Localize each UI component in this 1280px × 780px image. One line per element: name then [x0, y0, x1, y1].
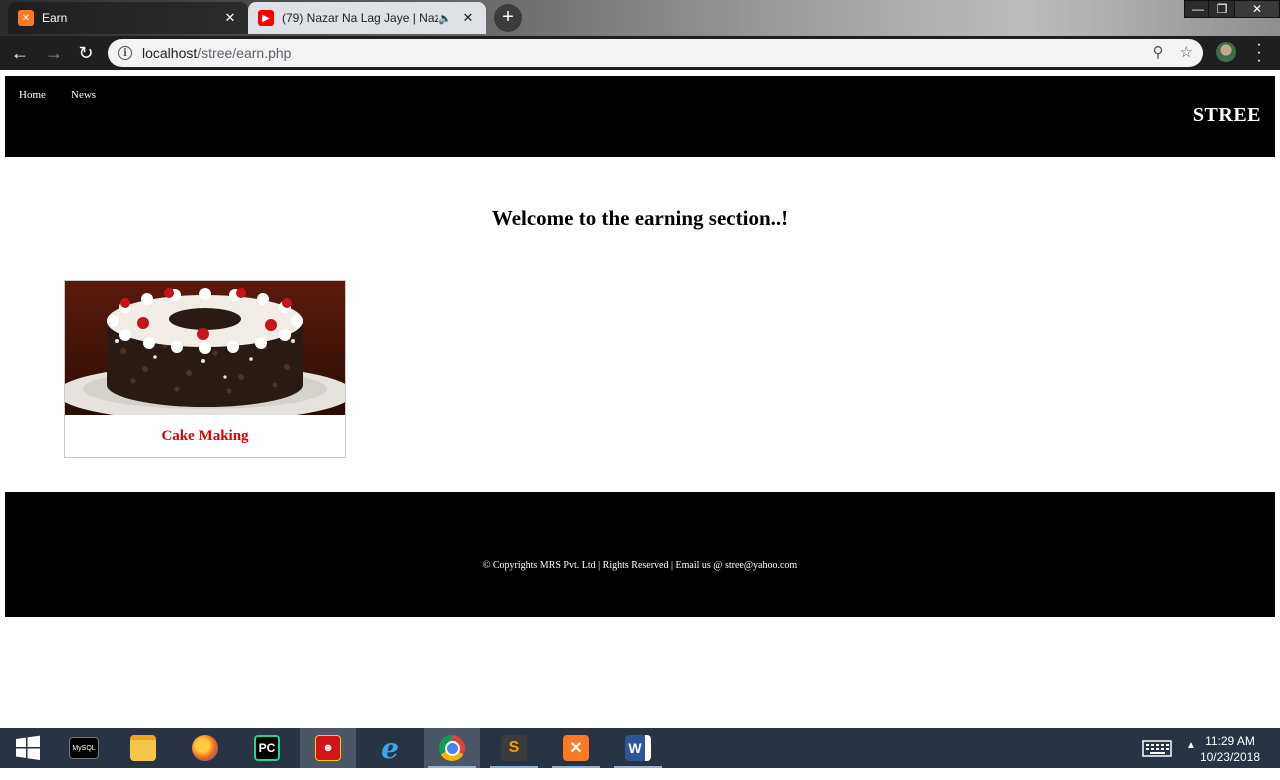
site-header: Home News STREE: [5, 76, 1275, 157]
site-brand: STREE: [1192, 104, 1261, 126]
tab-close-icon[interactable]: ✕: [460, 10, 476, 26]
nav-news-link[interactable]: News: [71, 89, 96, 101]
browser-tab-strip: ✕ Earn ✕ ▶ (79) Nazar Na Lag Jaye | Naza…: [0, 0, 1280, 36]
show-hidden-icons-chevron-icon[interactable]: ▲: [1186, 740, 1196, 780]
taskbar-firefox[interactable]: [177, 728, 233, 768]
browser-toolbar: ← → ↻ i localhost/stree/earn.php ⚲ ☆ · · ·: [0, 36, 1280, 70]
profile-avatar[interactable]: [1216, 42, 1236, 62]
site-info-icon[interactable]: i: [118, 46, 132, 60]
restore-button[interactable]: ❐: [1208, 0, 1236, 18]
tab-earn[interactable]: ✕ Earn ✕: [8, 2, 248, 34]
taskbar-smartdraw[interactable]: ☻: [300, 728, 356, 768]
tab-title: (79) Nazar Na Lag Jaye | Nazar: [282, 11, 439, 25]
clock-time: 11:29 AM: [1205, 734, 1255, 748]
address-bar[interactable]: i localhost/stree/earn.php ⚲ ☆: [108, 39, 1203, 67]
word-icon: W: [625, 735, 651, 761]
pycharm-icon: PC: [254, 735, 280, 761]
taskbar-internet-explorer[interactable]: e: [362, 728, 418, 768]
nav-home-link[interactable]: Home: [19, 89, 46, 101]
taskbar-word[interactable]: W: [610, 728, 666, 768]
site-footer: © Copyrights MRS Pvt. Ltd | Rights Reser…: [5, 492, 1275, 617]
folder-icon: [130, 735, 156, 761]
tab-close-icon[interactable]: ✕: [222, 10, 238, 26]
chrome-icon: [439, 735, 465, 761]
taskbar-mysql[interactable]: MySQL: [56, 728, 112, 768]
xampp-icon: ✕: [563, 735, 589, 761]
firefox-icon: [192, 735, 218, 761]
clock-date: 10/23/2018: [1199, 750, 1260, 764]
smartdraw-icon: ☻: [315, 735, 341, 761]
close-window-button[interactable]: ✕: [1234, 0, 1280, 18]
page-title: Welcome to the earning section..!: [491, 206, 789, 230]
new-tab-button[interactable]: +: [494, 4, 522, 32]
start-button[interactable]: [0, 728, 56, 768]
forward-arrow-icon[interactable]: →: [42, 42, 66, 64]
taskbar-chrome[interactable]: [424, 728, 480, 768]
black-forest-cake-image: [65, 281, 345, 415]
card-title[interactable]: Cake Making: [65, 428, 345, 445]
windows-taskbar: MySQL PC ☻ e S ✕ W ▲ 11:29 AM 10/23/2018: [0, 728, 1280, 768]
taskbar-xampp[interactable]: ✕: [548, 728, 604, 768]
earning-card[interactable]: Cake Making: [64, 280, 346, 458]
tab-title: Earn: [42, 11, 68, 25]
taskbar-clock[interactable]: 11:29 AM 10/23/2018: [1200, 733, 1260, 765]
internet-explorer-icon: e: [381, 731, 399, 765]
zoom-icon[interactable]: ⚲: [1153, 43, 1164, 61]
bookmark-star-icon[interactable]: ☆: [1180, 43, 1193, 61]
youtube-icon: ▶: [258, 10, 274, 26]
url-text: localhost/stree/earn.php: [142, 45, 292, 61]
copyright-text: © Copyrights MRS Pvt. Ltd | Rights Reser…: [482, 560, 798, 571]
taskbar-pycharm[interactable]: PC: [239, 728, 295, 768]
taskbar-sublime-text[interactable]: S: [486, 728, 542, 768]
xampp-icon: ✕: [18, 10, 34, 26]
mysql-icon: MySQL: [69, 737, 99, 759]
speaker-icon[interactable]: 🔈: [438, 12, 452, 25]
touch-keyboard-icon[interactable]: [1142, 738, 1174, 758]
reload-icon[interactable]: ↻: [74, 42, 98, 64]
browser-menu-icon[interactable]: · · ·: [1252, 37, 1266, 69]
back-arrow-icon[interactable]: ←: [8, 42, 32, 64]
sublime-text-icon: S: [501, 735, 527, 761]
taskbar-file-explorer[interactable]: [115, 728, 171, 768]
tab-youtube[interactable]: ▶ (79) Nazar Na Lag Jaye | Nazar 🔈 ✕: [248, 2, 486, 34]
windows-logo-icon: [16, 735, 40, 760]
